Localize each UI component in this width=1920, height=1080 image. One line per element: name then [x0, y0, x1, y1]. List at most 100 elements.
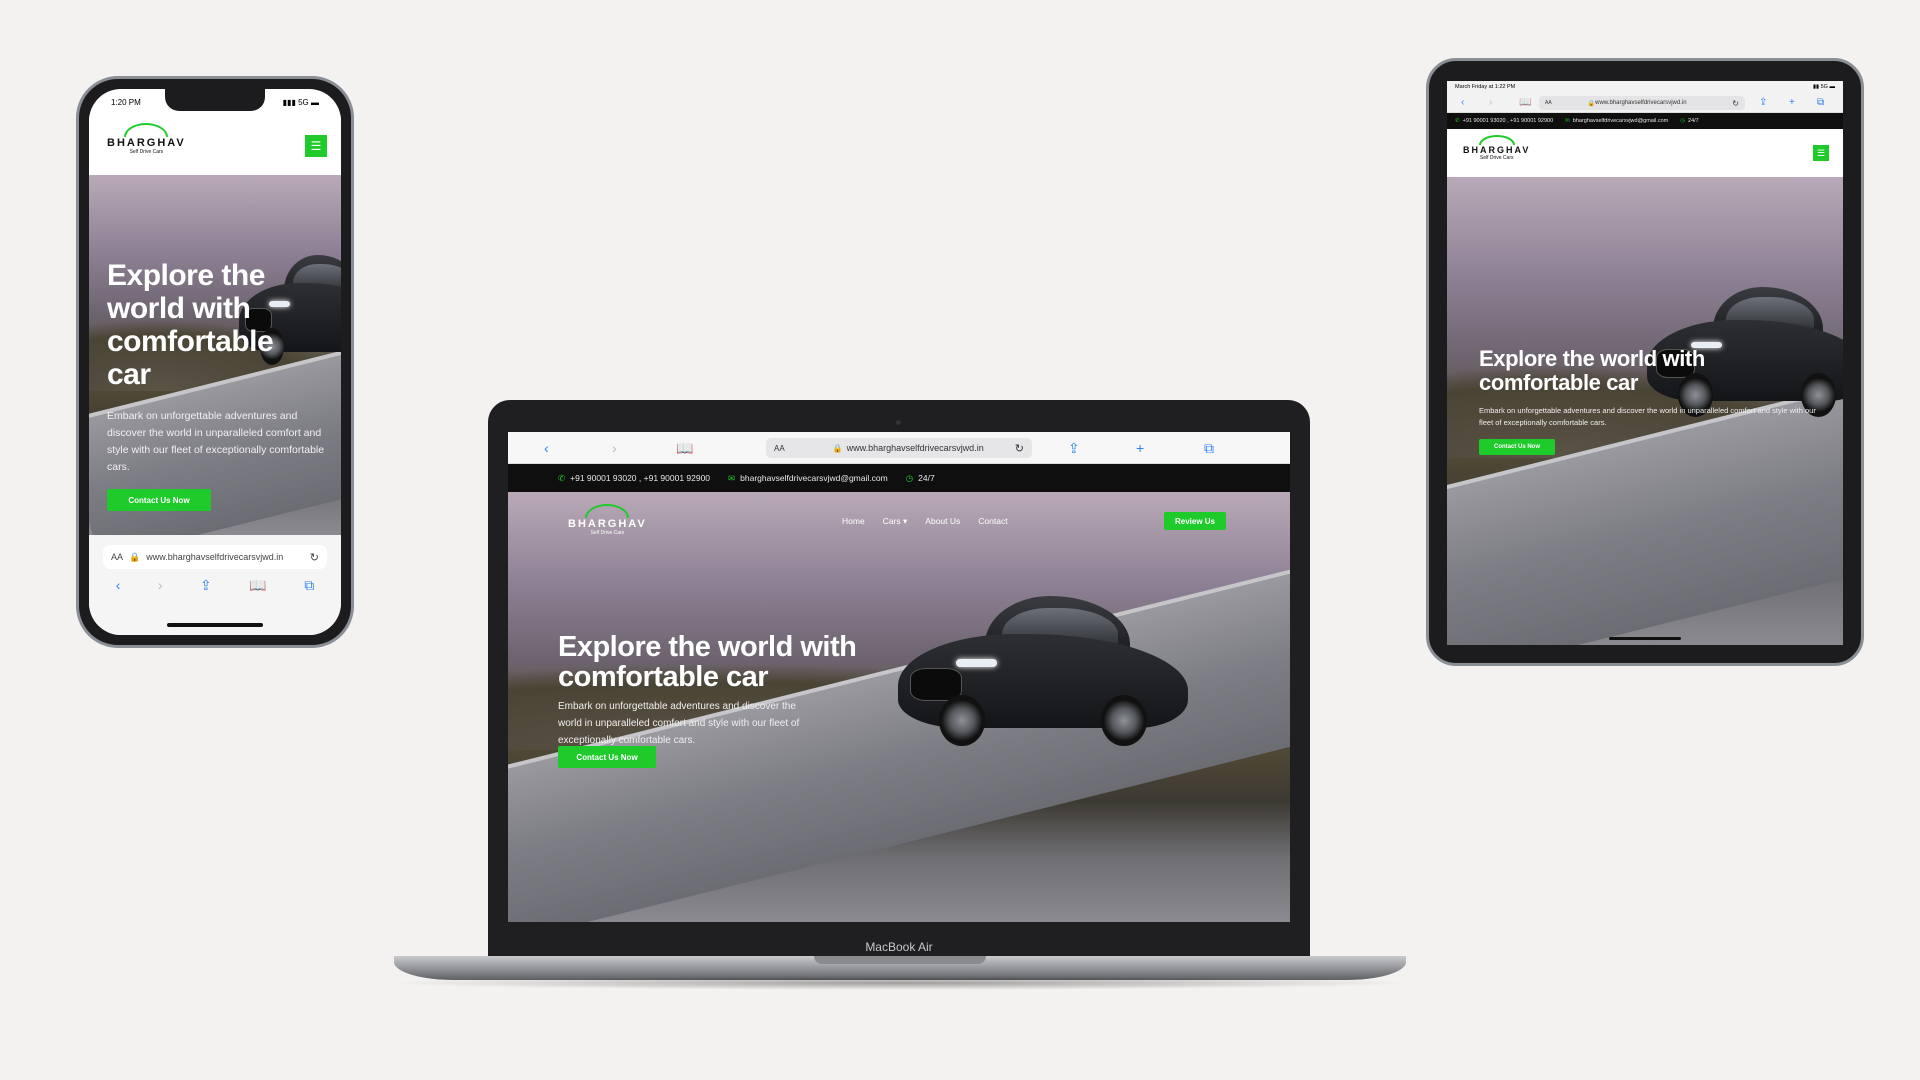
car-image [898, 596, 1188, 746]
book-icon[interactable]: 📖 [1519, 97, 1531, 109]
hero-description: Embark on unforgettable adventures and d… [558, 701, 800, 746]
car-logo-icon [1478, 135, 1515, 145]
hero-headline: Explore the world with comfortable car [558, 631, 857, 693]
phone-address-bar[interactable]: AA 🔒 www.bharghavselfdrivecarsvjwd.in ↻ [103, 545, 327, 569]
phone-browser-toolbar: ‹ › ⇪ 📖 ⧉ [89, 577, 341, 594]
contact-topbar: ✆ +91 90001 93020 , +91 90001 92900 ✉ bhar… [508, 464, 1290, 492]
phone-notch [165, 89, 265, 111]
clock-icon: ◷ [1680, 118, 1686, 124]
address-bar[interactable]: AA 🔒 www.bharghavselfdrivecarsvjwd.in ↻ [766, 438, 1032, 458]
chevron-left-icon[interactable]: ‹ [116, 577, 121, 594]
laptop-model-label: MacBook Air [865, 940, 933, 954]
share-icon[interactable]: ⇪ [1068, 439, 1080, 457]
tabs-icon[interactable]: ⧉ [1817, 97, 1824, 109]
brand-logo[interactable]: BHARGHAV Self Drive Cars [1463, 135, 1530, 161]
clock-icon: ◷ [905, 472, 914, 483]
share-icon[interactable]: ⇪ [200, 577, 212, 594]
contact-topbar: ✆ +91 90001 93020 , +91 90001 92900 ✉ bhar… [1447, 113, 1843, 129]
contact-us-button[interactable]: Contact Us Now [107, 489, 211, 511]
chevron-right-icon[interactable]: › [1489, 97, 1492, 109]
tabs-icon[interactable]: ⧉ [1204, 439, 1214, 457]
phone-screen: 1:20 PM ▮▮▮ 5G ▬ BHARGHAV Self Drive Car… [89, 89, 341, 635]
phone-device: 1:20 PM ▮▮▮ 5G ▬ BHARGHAV Self Drive Car… [76, 76, 354, 648]
laptop-device: ‹ › 📖 AA 🔒 www.bharghavselfdrivecarsvjwd… [488, 400, 1310, 958]
brand-tagline: Self Drive Cars [590, 530, 625, 536]
chevron-left-icon[interactable]: ‹ [544, 439, 549, 457]
phone-icon: ✆ [558, 472, 566, 483]
tabs-icon[interactable]: ⧉ [304, 577, 314, 594]
brand-logo[interactable]: BHARGHAV Self Drive Cars [107, 123, 186, 155]
tablet-device: March Friday at 1:22 PM ▮▮ 5G ▬ ‹ › 📖 AA… [1426, 58, 1864, 666]
nav-contact[interactable]: Contact [978, 516, 1007, 527]
tablet-header: BHARGHAV Self Drive Cars ☰ [1447, 129, 1843, 177]
chevron-down-icon: ▾ [903, 516, 908, 526]
email-address[interactable]: ✉ bharghavselfdrivecarsvjwd@gmail.com [728, 473, 888, 484]
camera-icon [896, 420, 901, 425]
plus-icon[interactable]: + [1789, 97, 1795, 109]
book-icon[interactable]: 📖 [676, 439, 693, 457]
brand-name: BHARGHAV [568, 518, 647, 530]
reload-icon[interactable]: ↻ [1015, 442, 1024, 455]
chevron-right-icon[interactable]: › [612, 439, 617, 457]
tablet-address-bar[interactable]: AA 🔒 www.bharghavselfdrivecarsvjwd.in ↻ [1539, 96, 1745, 110]
tablet-hero: Explore the world with comfortable car E… [1447, 177, 1843, 645]
book-icon[interactable]: 📖 [249, 577, 266, 594]
chevron-right-icon[interactable]: › [158, 577, 163, 594]
url-text: www.bharghavselfdrivecarsvjwd.in [1595, 100, 1687, 106]
phone-numbers[interactable]: ✆ +91 90001 93020 , +91 90001 92900 [1455, 118, 1553, 124]
mail-icon: ✉ [728, 472, 736, 483]
phone-browser-bar: AA 🔒 www.bharghavselfdrivecarsvjwd.in ↻ … [89, 535, 341, 635]
nav-home[interactable]: Home [842, 516, 865, 527]
home-indicator [167, 623, 263, 627]
nav-cars[interactable]: Cars ▾ [883, 516, 908, 527]
reader-aa-button[interactable]: AA [111, 552, 123, 562]
tablet-time: March Friday at 1:22 PM [1455, 84, 1516, 90]
browser-toolbar: ‹ › 📖 AA 🔒 www.bharghavselfdrivecarsvjwd… [508, 432, 1290, 464]
lock-icon: 🔒 [129, 551, 141, 562]
phone-numbers[interactable]: ✆ +91 90001 93020 , +91 90001 92900 [558, 473, 710, 484]
phone-icon: ✆ [1455, 118, 1460, 124]
plus-icon[interactable]: + [1136, 439, 1144, 457]
url-text: www.bharghavselfdrivecarsvjwd.in [146, 552, 284, 562]
car-logo-icon [585, 504, 630, 518]
phone-time: 1:20 PM [111, 97, 141, 107]
home-indicator [1609, 637, 1681, 640]
brand-name: BHARGHAV [107, 137, 186, 149]
phone-signal: ▮▮▮ 5G ▬ [282, 97, 319, 107]
hours: ◷ 24/7 [905, 472, 935, 483]
tablet-signal: ▮▮ 5G ▬ [1813, 84, 1835, 90]
phone-header: BHARGHAV Self Drive Cars ☰ [89, 115, 341, 175]
phone-hero: Explore the world with comfortable car E… [89, 175, 341, 535]
hours: ◷ 24/7 [1680, 118, 1699, 124]
laptop-shadow [380, 976, 1420, 990]
laptop-hero: BHARGHAV Self Drive Cars Home Cars ▾ Abo… [508, 492, 1290, 922]
brand-logo[interactable]: BHARGHAV Self Drive Cars [568, 504, 647, 536]
contact-us-button[interactable]: Contact Us Now [1479, 439, 1555, 455]
hero-description: Embark on unforgettable adventures and d… [1479, 406, 1816, 427]
tablet-browser-toolbar: ‹ › 📖 AA 🔒 www.bharghavselfdrivecarsvjwd… [1447, 93, 1843, 113]
email-address[interactable]: ✉ bharghavselfdrivecarsvjwd@gmail.com [1565, 118, 1668, 124]
reload-icon[interactable]: ↻ [310, 551, 319, 564]
hamburger-icon[interactable]: ☰ [305, 135, 327, 157]
chevron-left-icon[interactable]: ‹ [1461, 97, 1464, 109]
reader-aa-button[interactable]: AA [1545, 100, 1552, 106]
hero-description: Embark on unforgettable adventures and d… [107, 410, 325, 473]
brand-tagline: Self Drive Cars [1479, 155, 1514, 161]
reload-icon[interactable]: ↻ [1732, 99, 1739, 108]
nav-about[interactable]: About Us [925, 516, 960, 527]
car-logo-icon [124, 123, 169, 137]
tablet-status-bar: March Friday at 1:22 PM ▮▮ 5G ▬ [1447, 81, 1843, 93]
contact-us-button[interactable]: Contact Us Now [558, 746, 656, 768]
brand-name: BHARGHAV [1463, 145, 1531, 155]
reader-aa-button[interactable]: AA [774, 444, 785, 453]
mail-icon: ✉ [1565, 118, 1570, 124]
brand-tagline: Self Drive Cars [129, 149, 164, 155]
tablet-screen: March Friday at 1:22 PM ▮▮ 5G ▬ ‹ › 📖 AA… [1447, 81, 1843, 645]
hero-headline: Explore the world with comfortable car [1479, 346, 1705, 395]
hamburger-icon[interactable]: ☰ [1813, 145, 1829, 161]
share-icon[interactable]: ⇪ [1759, 97, 1767, 109]
site-navbar: BHARGHAV Self Drive Cars Home Cars ▾ Abo… [508, 492, 1290, 552]
lock-icon: 🔒 [832, 443, 843, 453]
review-us-button[interactable]: Review Us [1164, 512, 1226, 530]
laptop-screen: ‹ › 📖 AA 🔒 www.bharghavselfdrivecarsvjwd… [508, 432, 1290, 922]
